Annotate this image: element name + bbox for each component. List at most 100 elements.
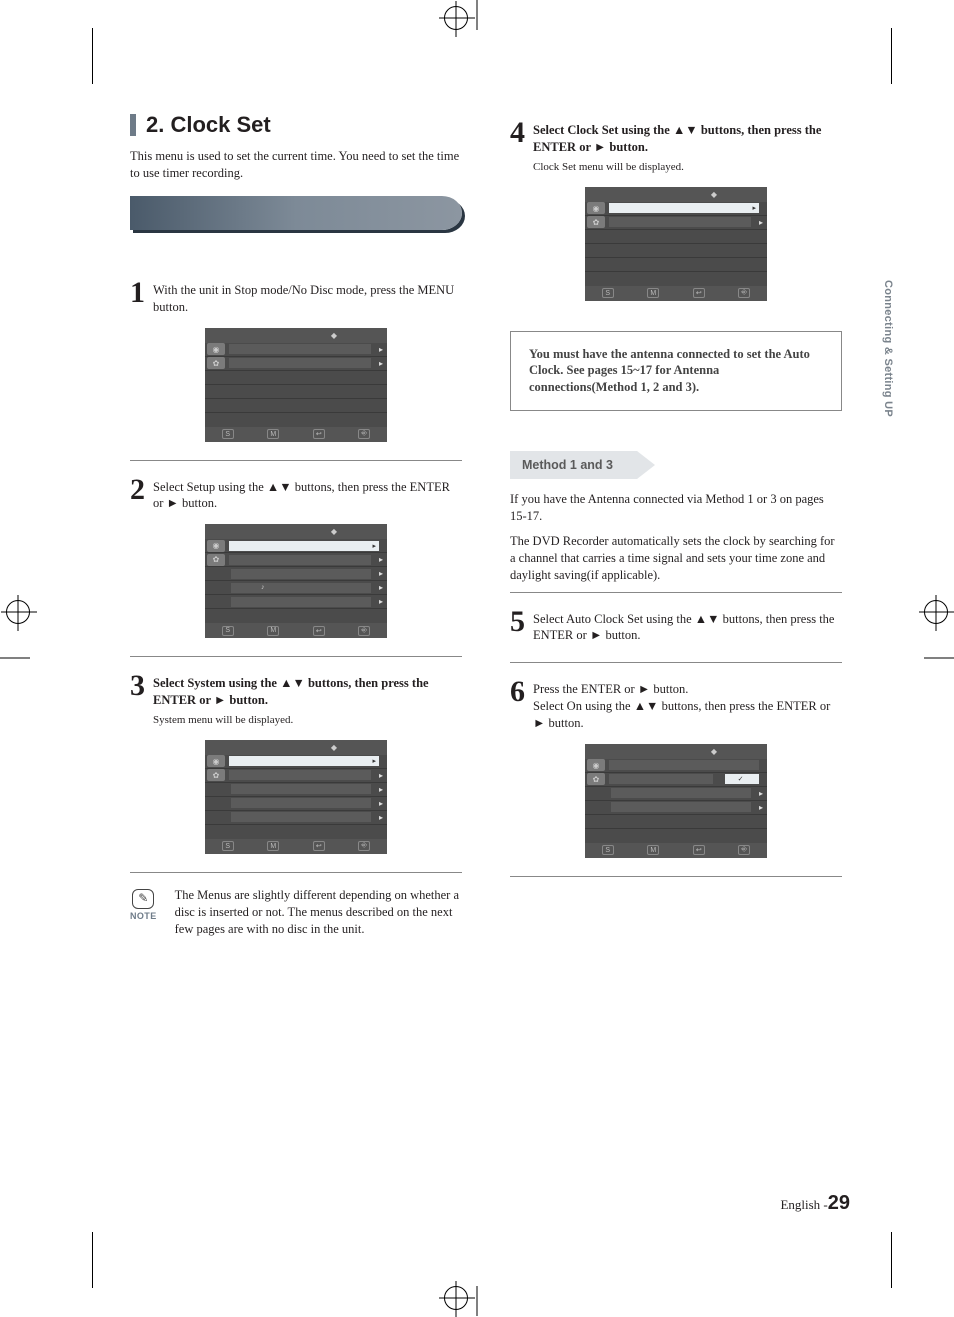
diamond-icon: ◆	[711, 190, 717, 199]
chevron-right-icon: ▸	[379, 799, 383, 808]
menu-screenshot: ◆ ◉▸ ✿▸ ▸ ♪▸ ▸ S M ↩ ⎆	[205, 524, 387, 638]
side-tab-label: Connecting & Setting UP	[882, 280, 894, 417]
softkey-icon: M	[647, 288, 659, 298]
softkey-icon: ↩	[693, 288, 705, 298]
softkey-icon: M	[267, 626, 279, 636]
menu-screenshot: ◆ ◉▸ ✿▸ ▸ ▸ ▸ S M ↩ ⎆	[205, 740, 387, 854]
paragraph: The DVD Recorder automatically sets the …	[510, 533, 842, 584]
decorative-banner	[130, 196, 462, 230]
crop-mark	[924, 658, 954, 659]
crop-tick	[92, 28, 93, 84]
chevron-right-icon: ▸	[379, 785, 383, 794]
antenna-callout: You must have the antenna connected to s…	[510, 331, 842, 412]
step-number: 1	[130, 278, 145, 316]
chevron-right-icon: ▸	[379, 583, 383, 592]
method-tag: Method 1 and 3	[510, 451, 637, 479]
gear-icon: ✿	[207, 554, 225, 566]
up-down-arrow-icon: ▲▼	[634, 699, 659, 713]
gear-icon: ✿	[207, 769, 225, 781]
divider	[510, 876, 842, 877]
softkey-icon: ⎆	[738, 845, 750, 855]
diamond-icon: ◆	[331, 527, 337, 536]
softkey-icon: ⎆	[358, 841, 370, 851]
note-box: ✎ NOTE The Menus are slightly different …	[130, 887, 462, 938]
step-number: 4	[510, 118, 525, 175]
right-column: 4 Select Clock Set using the ▲▼ buttons,…	[510, 112, 842, 937]
softkey-icon: S	[602, 845, 614, 855]
step-number: 6	[510, 677, 525, 732]
step-subtext: Clock Set menu will be displayed.	[533, 160, 842, 175]
play-icon: ►	[594, 140, 606, 154]
step-text: Select System using the ▲▼ buttons, then…	[153, 671, 462, 728]
step-2: 2 Select Setup using the ▲▼ buttons, the…	[130, 475, 462, 513]
divider	[130, 872, 462, 873]
gear-icon: ✿	[587, 773, 605, 785]
step-text: Select Auto Clock Set using the ▲▼ butto…	[533, 607, 842, 645]
chevron-right-icon: ▸	[379, 771, 383, 780]
page-content: 2. Clock Set This menu is used to set th…	[130, 112, 850, 937]
step-text: Press the ENTER or ► button. Select On u…	[533, 677, 842, 732]
play-icon: ►	[590, 628, 602, 642]
chevron-right-icon: ▸	[759, 218, 763, 227]
registration-mark	[444, 1286, 468, 1310]
step-5: 5 Select Auto Clock Set using the ▲▼ but…	[510, 607, 842, 645]
softkey-icon: ⎆	[738, 288, 750, 298]
softkey-icon: S	[602, 288, 614, 298]
play-icon: ►	[638, 682, 650, 696]
chevron-right-icon: ▸	[379, 813, 383, 822]
up-down-arrow-icon: ▲▼	[280, 676, 305, 690]
softkey-icon: M	[267, 841, 279, 851]
softkey-icon: ⎆	[358, 626, 370, 636]
chevron-right-icon: ▸	[379, 555, 383, 564]
step-subtext: System menu will be displayed.	[153, 713, 462, 728]
disc-icon: ◉	[587, 202, 605, 214]
registration-mark	[6, 600, 30, 624]
step-number: 3	[130, 671, 145, 728]
crop-mark	[0, 658, 30, 659]
divider	[510, 592, 842, 593]
softkey-icon: S	[222, 626, 234, 636]
menu-screenshot: ◆ ◉ ✿ ✓ ▸ ▸ S M ↩ ⎆	[585, 744, 767, 858]
softkey-icon: ↩	[693, 845, 705, 855]
step-number: 2	[130, 475, 145, 513]
pencil-icon: ✎	[132, 889, 154, 909]
section-name: Clock Set	[170, 112, 270, 137]
divider	[510, 662, 842, 663]
diamond-icon: ◆	[711, 747, 717, 756]
check-icon: ✓	[738, 775, 744, 783]
crop-tick	[92, 1232, 93, 1288]
note-text: The Menus are slightly different dependi…	[175, 887, 462, 938]
step-text: With the unit in Stop mode/No Disc mode,…	[153, 278, 462, 316]
up-down-arrow-icon: ▲▼	[267, 480, 292, 494]
chevron-right-icon: ▸	[379, 597, 383, 606]
disc-icon: ◉	[207, 755, 225, 767]
section-intro: This menu is used to set the current tim…	[130, 148, 462, 182]
disc-icon: ◉	[207, 540, 225, 552]
chevron-right-icon: ▸	[379, 359, 383, 368]
play-icon: ►	[214, 693, 226, 707]
chevron-right-icon: ▸	[759, 803, 763, 812]
section-number: 2.	[146, 112, 164, 137]
softkey-icon: M	[647, 845, 659, 855]
title-bar-accent	[130, 114, 136, 136]
divider	[130, 460, 462, 461]
softkey-icon: ↩	[313, 841, 325, 851]
chevron-right-icon: ▸	[759, 789, 763, 798]
step-3: 3 Select System using the ▲▼ buttons, th…	[130, 671, 462, 728]
softkey-icon: ↩	[313, 626, 325, 636]
up-down-arrow-icon: ▲▼	[673, 123, 698, 137]
paragraph: If you have the Antenna connected via Me…	[510, 491, 842, 525]
section-title: 2. Clock Set	[130, 112, 462, 138]
registration-mark	[444, 6, 468, 30]
play-icon: ►	[167, 496, 179, 510]
crop-tick	[891, 28, 892, 84]
step-text: Select Clock Set using the ▲▼ buttons, t…	[533, 118, 842, 175]
note-label: NOTE	[130, 911, 157, 921]
menu-screenshot: ◆ ◉▸ ✿▸ S M ↩ ⎆	[585, 187, 767, 301]
step-number: 5	[510, 607, 525, 645]
disc-icon: ◉	[587, 759, 605, 771]
gear-icon: ✿	[207, 357, 225, 369]
chevron-right-icon: ▸	[379, 569, 383, 578]
chevron-right-icon: ▸	[379, 345, 383, 354]
left-column: 2. Clock Set This menu is used to set th…	[130, 112, 462, 937]
